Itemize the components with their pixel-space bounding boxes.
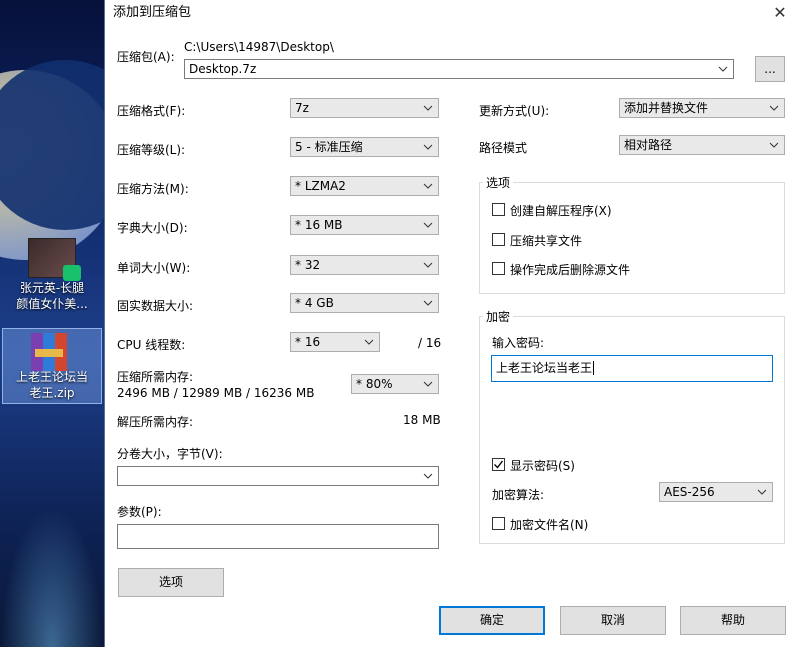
desktop-background: 张元英-长腿 颜值女仆美... 上老王论坛当 老王.zip bbox=[0, 0, 104, 647]
shared-label: 压缩共享文件 bbox=[510, 234, 583, 248]
sfx-label: 创建自解压程序(X) bbox=[510, 204, 612, 218]
mem-label: 压缩所需内存: bbox=[117, 370, 194, 384]
chevron-down-icon bbox=[769, 99, 779, 117]
method-select[interactable]: * LZMA2 bbox=[290, 176, 439, 196]
show-password-label: 显示密码(S) bbox=[510, 459, 575, 473]
chevron-down-icon bbox=[364, 333, 374, 351]
threads-label: CPU 线程数: bbox=[117, 338, 186, 352]
delete-checkbox[interactable] bbox=[492, 262, 505, 275]
threads-max: / 16 bbox=[418, 336, 442, 350]
path-mode-label: 路径模式 bbox=[479, 141, 528, 155]
dict-select[interactable]: * 16 MB bbox=[290, 215, 439, 235]
dialog-title: 添加到压缩包 bbox=[113, 5, 192, 20]
dict-value: * 16 MB bbox=[295, 218, 343, 232]
threads-select[interactable]: * 16 bbox=[290, 332, 380, 352]
video-thumbnail-icon bbox=[28, 238, 81, 281]
path-mode-select[interactable]: 相对路径 bbox=[619, 135, 785, 155]
mem-percent-select[interactable]: * 80% bbox=[351, 374, 439, 394]
chevron-down-icon bbox=[757, 483, 767, 501]
encryption-group-title: 加密 bbox=[483, 308, 514, 325]
encryption-method-select[interactable]: AES-256 bbox=[659, 482, 773, 502]
chevron-down-icon bbox=[718, 60, 728, 78]
word-value: * 32 bbox=[295, 258, 321, 272]
word-select[interactable]: * 32 bbox=[290, 255, 439, 275]
add-to-archive-dialog: 添加到压缩包 ✕ 压缩包(A): C:\Users\14987\Desktop\… bbox=[104, 0, 800, 647]
split-label: 分卷大小，字节(V): bbox=[117, 447, 223, 461]
encryption-method-label: 加密算法: bbox=[492, 488, 545, 502]
sfx-checkbox[interactable] bbox=[492, 203, 505, 216]
title-bar: 添加到压缩包 ✕ bbox=[105, 0, 800, 26]
archive-path: C:\Users\14987\Desktop\ bbox=[184, 40, 334, 54]
desktop-icon-zip[interactable]: 上老王论坛当 老王.zip bbox=[2, 328, 102, 404]
archive-label: 压缩包(A): bbox=[117, 50, 175, 64]
chevron-down-icon bbox=[769, 136, 779, 154]
path-mode-value: 相对路径 bbox=[624, 138, 673, 152]
chevron-down-icon bbox=[423, 177, 433, 195]
ok-button[interactable]: 确定 bbox=[439, 606, 545, 635]
level-value: 5 - 标准压缩 bbox=[295, 140, 363, 154]
chevron-down-icon bbox=[423, 256, 433, 274]
solid-label: 固实数据大小: bbox=[117, 299, 194, 313]
update-value: 添加并替换文件 bbox=[624, 101, 709, 115]
format-value: 7z bbox=[295, 101, 309, 115]
dict-label: 字典大小(D): bbox=[117, 221, 188, 235]
decomp-value: 18 MB bbox=[403, 413, 441, 427]
decomp-label: 解压所需内存: bbox=[117, 415, 194, 429]
desktop-icon-label: 上老王论坛当 bbox=[15, 370, 88, 384]
desktop-icon-label: 颜值女仆美... bbox=[16, 297, 88, 311]
desktop-icon-label: 老王.zip bbox=[29, 386, 75, 400]
split-size-combo[interactable] bbox=[117, 466, 439, 486]
password-value: 上老王论坛当老王 bbox=[496, 361, 593, 375]
word-label: 单词大小(W): bbox=[117, 261, 191, 275]
options-group-title: 选项 bbox=[483, 174, 514, 191]
level-select[interactable]: 5 - 标准压缩 bbox=[290, 137, 439, 157]
help-button[interactable]: 帮助 bbox=[680, 606, 786, 635]
chevron-down-icon bbox=[423, 294, 433, 312]
solid-value: * 4 GB bbox=[295, 296, 334, 310]
mem-value: 2496 MB / 12989 MB / 16236 MB bbox=[117, 386, 315, 400]
chevron-down-icon bbox=[423, 138, 433, 156]
winrar-archive-icon bbox=[29, 329, 75, 371]
method-value: * LZMA2 bbox=[295, 179, 346, 193]
delete-label: 操作完成后删除源文件 bbox=[510, 263, 631, 277]
moon-shadow bbox=[0, 60, 104, 230]
threads-value: * 16 bbox=[295, 335, 321, 349]
solid-select[interactable]: * 4 GB bbox=[290, 293, 439, 313]
desktop-icon-video[interactable]: 张元英-长腿 颜值女仆美... bbox=[2, 238, 102, 312]
update-select[interactable]: 添加并替换文件 bbox=[619, 98, 785, 118]
encrypt-names-checkbox[interactable] bbox=[492, 517, 505, 530]
method-label: 压缩方法(M): bbox=[117, 182, 189, 196]
password-label: 输入密码: bbox=[492, 336, 545, 350]
checkmark-icon bbox=[494, 460, 504, 469]
mem-percent-value: * 80% bbox=[356, 377, 393, 391]
archive-name-combo[interactable]: Desktop.7z bbox=[184, 59, 734, 79]
password-input[interactable]: 上老王论坛当老王 bbox=[491, 355, 773, 382]
browse-button[interactable]: ... bbox=[755, 56, 785, 82]
desktop-icon-label: 张元英-长腿 bbox=[19, 281, 85, 295]
params-label: 参数(P): bbox=[117, 505, 162, 519]
chevron-down-icon bbox=[423, 216, 433, 234]
show-password-checkbox[interactable] bbox=[492, 458, 505, 471]
shared-checkbox[interactable] bbox=[492, 233, 505, 246]
encryption-method-value: AES-256 bbox=[664, 485, 715, 499]
glow-graphic bbox=[0, 507, 104, 647]
cancel-button[interactable]: 取消 bbox=[560, 606, 666, 635]
chevron-down-icon bbox=[423, 375, 433, 393]
format-label: 压缩格式(F): bbox=[117, 104, 186, 118]
close-icon[interactable]: ✕ bbox=[765, 0, 795, 26]
update-label: 更新方式(U): bbox=[479, 104, 550, 118]
encrypt-names-label: 加密文件名(N) bbox=[510, 518, 589, 532]
options-button[interactable]: 选项 bbox=[118, 568, 224, 597]
chevron-down-icon bbox=[423, 467, 433, 485]
chevron-down-icon bbox=[423, 99, 433, 117]
archive-name-value: Desktop.7z bbox=[189, 62, 257, 76]
format-select[interactable]: 7z bbox=[290, 98, 439, 118]
params-input[interactable] bbox=[117, 524, 439, 549]
level-label: 压缩等级(L): bbox=[117, 143, 186, 157]
